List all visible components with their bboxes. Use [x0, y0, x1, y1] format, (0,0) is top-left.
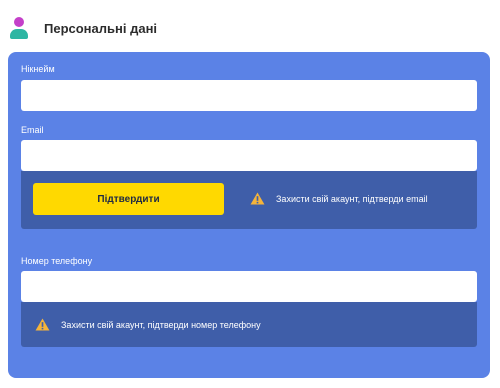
section-header: Персональні дані	[8, 16, 157, 40]
email-notice: Підтвердити Захисти свій акаунт, підтвер…	[21, 171, 477, 229]
section-title: Персональні дані	[44, 20, 158, 36]
confirm-email-button[interactable]: Підтвердити	[33, 183, 224, 215]
phone-warning-text: Захисти свій акаунт, підтверди номер тел…	[61, 319, 261, 330]
phone-notice: Захисти свій акаунт, підтверди номер тел…	[21, 302, 477, 347]
nickname-label: Нікнейм	[21, 64, 55, 74]
email-warning-text: Захисти свій акаунт, підтверди email	[276, 193, 428, 204]
user-icon	[10, 17, 28, 39]
email-input[interactable]	[21, 140, 477, 171]
warning-icon	[250, 192, 265, 205]
nickname-input[interactable]	[21, 80, 477, 111]
warning-icon	[35, 318, 50, 331]
phone-label: Номер телефону	[21, 256, 93, 266]
email-warning: Захисти свій акаунт, підтверди email	[250, 192, 428, 205]
personal-data-panel: Нікнейм Email Підтвердити Захисти свій а…	[8, 52, 490, 378]
phone-input[interactable]	[21, 271, 477, 302]
phone-warning: Захисти свій акаунт, підтверди номер тел…	[35, 318, 261, 331]
email-label: Email	[21, 125, 44, 135]
